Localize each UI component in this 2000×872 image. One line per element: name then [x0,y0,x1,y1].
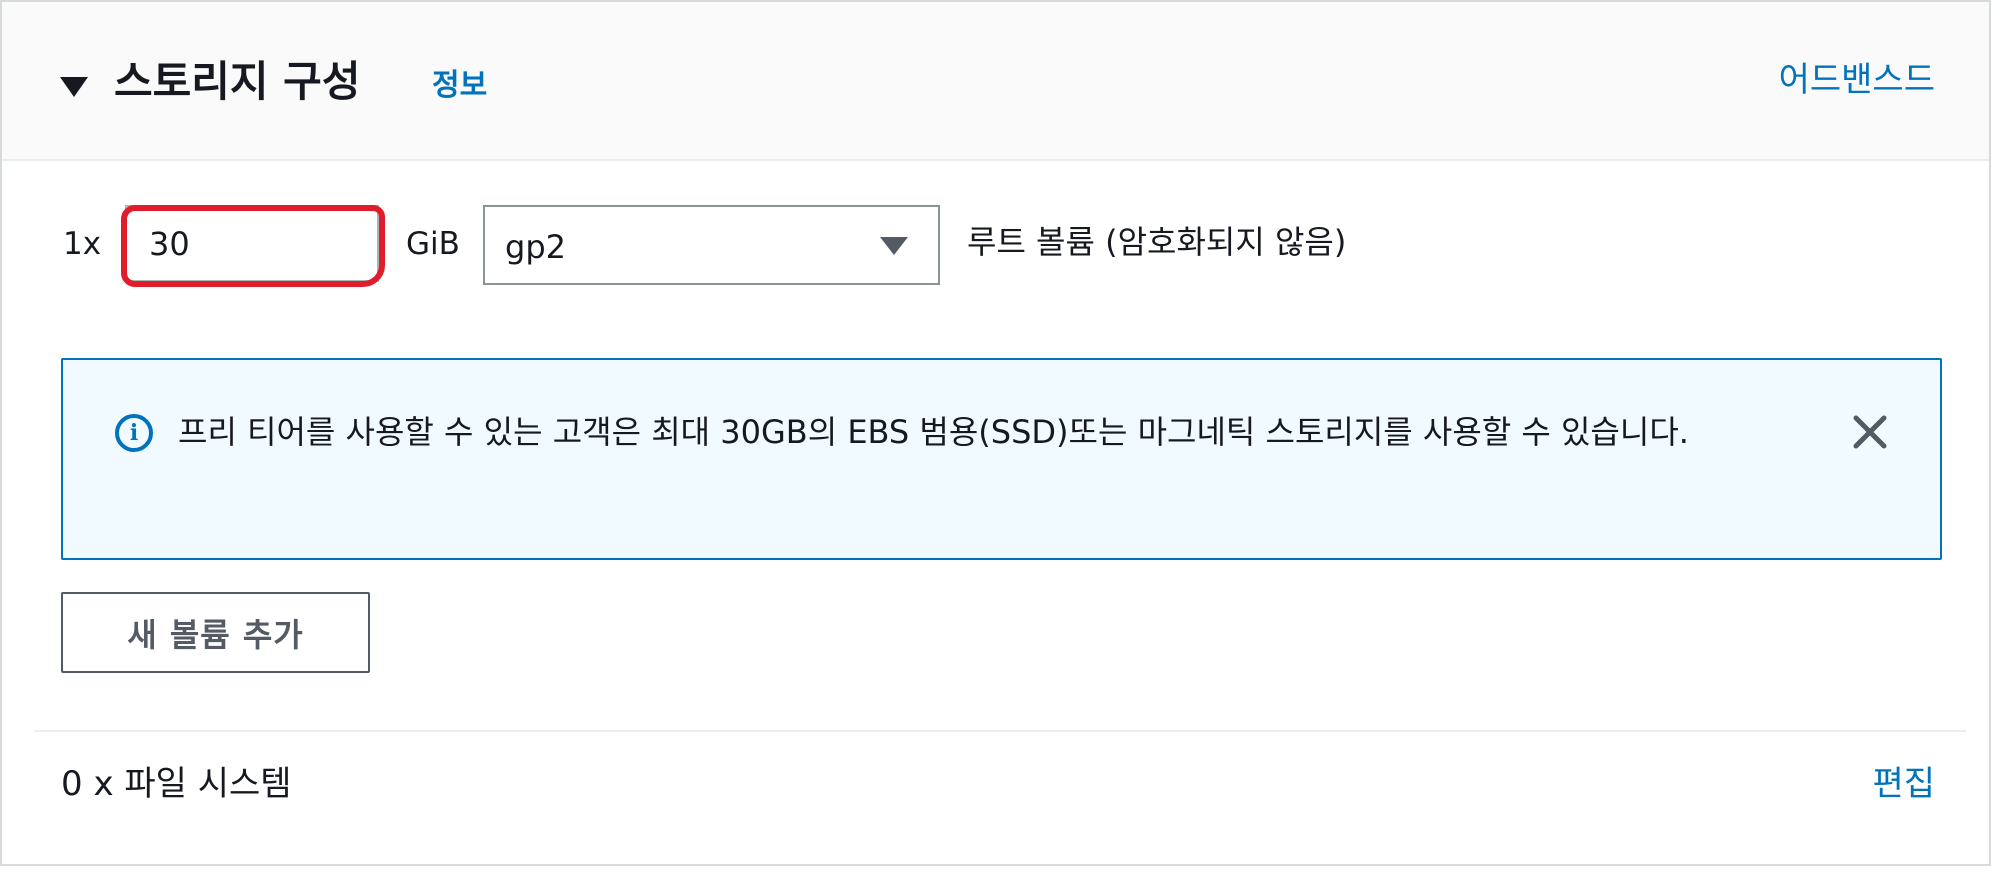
volume-quantity-label: 1x [63,226,102,262]
chevron-down-icon [880,237,908,255]
file-systems-label: 0 x 파일 시스템 [61,764,292,804]
info-link[interactable]: 정보 [432,66,487,106]
add-volume-button[interactable]: 새 볼륨 추가 [61,592,370,673]
volume-type-select[interactable]: gp2 [483,205,940,285]
volume-type-value: gp2 [505,228,566,266]
caret-down-icon[interactable] [60,77,88,97]
free-tier-info-alert: i 프리 티어를 사용할 수 있는 고객은 최대 30GB의 EBS 범용(SS… [61,358,1942,560]
info-circle-icon: i [115,414,153,452]
edit-file-systems-link[interactable]: 편집 [1872,762,1935,806]
advanced-link[interactable]: 어드밴스드 [1779,58,1935,102]
close-icon[interactable] [1848,410,1892,454]
alert-message: 프리 티어를 사용할 수 있는 고객은 최대 30GB의 EBS 범용(SSD)… [178,413,1689,451]
volume-unit-label: GiB [406,226,460,262]
panel-title: 스토리지 구성 [114,57,361,106]
root-volume-description: 루트 볼륨 (암호화되지 않음) [967,223,1347,261]
section-divider [35,730,1966,732]
volume-size-input[interactable] [125,205,379,282]
panel-header: 스토리지 구성 정보 어드밴스드 [2,2,1989,161]
storage-config-panel: 스토리지 구성 정보 어드밴스드 1x GiB gp2 루트 볼륨 (암호화되지… [0,0,1991,866]
